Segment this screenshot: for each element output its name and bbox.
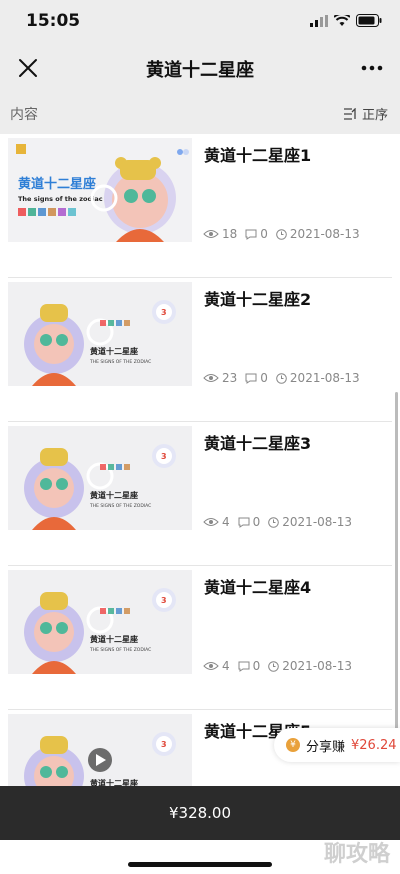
share-label: 分享赚 xyxy=(306,739,346,755)
section-label: 内容 xyxy=(10,107,38,123)
eye-icon xyxy=(203,230,219,238)
item-date: 2021-08-13 xyxy=(289,371,360,385)
thumb-subtitle: The signs of the zodiac xyxy=(18,195,103,203)
thumbnail: 黄道十二星座 THE SIGNS OF THE ZODIAC 3 xyxy=(8,426,192,530)
item-meta: 4 0 2021-08-13 xyxy=(203,515,352,529)
thumb-badge: 3 xyxy=(161,452,167,461)
signal-icon xyxy=(310,14,328,27)
thumb-title: 黄道十二星座 xyxy=(90,634,138,644)
eye-icon xyxy=(203,518,219,526)
page-title: 黄道十二星座 xyxy=(146,60,254,81)
comment-icon xyxy=(238,517,250,528)
coin-icon: ¥ xyxy=(286,738,300,752)
clock-icon xyxy=(268,660,280,672)
comment-icon xyxy=(245,229,257,240)
list-item[interactable]: 黄道十二星座 The signs of the zodiac 黄道十二星座1 1… xyxy=(0,134,400,278)
item-title: 黄道十二星座1 xyxy=(204,146,312,165)
comment-count: 0 xyxy=(260,371,268,385)
sort-icon xyxy=(343,107,356,120)
thumb-badge: 3 xyxy=(161,740,167,749)
thumb-title: 黄道十二星座 xyxy=(18,176,96,192)
item-title: 黄道十二星座4 xyxy=(204,578,312,597)
eye-icon xyxy=(203,662,219,670)
view-count: 18 xyxy=(222,227,238,241)
comment-icon xyxy=(245,373,257,384)
thumbnail: 黄道十二星座 THE SIGNS OF THE ZODIAC 3 xyxy=(8,282,192,386)
item-meta: 4 0 2021-08-13 xyxy=(203,659,352,673)
item-date: 2021-08-13 xyxy=(289,227,360,241)
item-title: 黄道十二星座3 xyxy=(204,434,312,453)
home-indicator[interactable] xyxy=(128,862,272,867)
view-count: 4 xyxy=(222,659,230,673)
scrollbar[interactable] xyxy=(395,392,398,752)
list-item[interactable]: 黄道十二星座 THE SIGNS OF THE ZODIAC 3 黄道十二星座3… xyxy=(0,422,400,566)
view-count: 23 xyxy=(222,371,238,385)
eye-icon xyxy=(203,374,219,382)
sort-toggle[interactable]: 正序 xyxy=(343,104,388,123)
share-amount: ¥26.24 xyxy=(351,737,397,753)
list-item[interactable]: 黄道十二星座 THE SIGNS OF THE ZODIAC 3 黄道十二星座2… xyxy=(0,278,400,422)
thumb-badge: 3 xyxy=(161,596,167,605)
thumb-title: 黄道十二星座 xyxy=(90,778,138,786)
item-meta: 18 0 2021-08-13 xyxy=(203,227,360,241)
status-time: 15:05 xyxy=(26,11,81,31)
thumb-subtitle: THE SIGNS OF THE ZODIAC xyxy=(89,359,151,365)
comment-count: 0 xyxy=(252,659,261,673)
comment-count: 0 xyxy=(252,515,261,529)
status-bar: 15:05 xyxy=(0,0,400,44)
item-date: 2021-08-13 xyxy=(282,659,353,673)
clock-icon xyxy=(268,516,280,528)
price-bar[interactable]: ¥328.00 xyxy=(0,786,400,840)
section-header: 内容 正序 xyxy=(0,92,400,134)
status-icons xyxy=(310,14,382,27)
watermark: 聊攻略 xyxy=(323,842,390,867)
thumbnail: 黄道十二星座 THE SIGNS OF THE ZODIAC 3 xyxy=(8,570,192,674)
thumb-subtitle: THE SIGNS OF THE ZODIAC xyxy=(89,647,151,653)
list-item[interactable]: 黄道十二星座 THE SIGNS OF THE ZODIAC 3 黄道十二星座4… xyxy=(0,566,400,710)
thumb-title: 黄道十二星座 xyxy=(90,346,138,356)
thumb-badge: 3 xyxy=(161,308,167,317)
clock-icon xyxy=(276,372,287,384)
share-earn-button[interactable]: ¥ 分享赚 ¥26.24 xyxy=(274,728,400,762)
content-list: 黄道十二星座 The signs of the zodiac 黄道十二星座1 1… xyxy=(0,134,400,786)
more-icon[interactable] xyxy=(358,54,386,82)
thumbnail: 黄道十二星座 The signs of the zodiac xyxy=(8,138,192,242)
thumbnail: 黄道十二星座 3 xyxy=(8,714,192,786)
wifi-icon xyxy=(334,14,350,26)
view-count: 4 xyxy=(222,515,230,529)
battery-icon xyxy=(356,14,382,27)
sort-label: 正序 xyxy=(361,108,388,123)
item-title: 黄道十二星座2 xyxy=(204,290,312,309)
comment-icon xyxy=(238,661,250,672)
thumb-subtitle: THE SIGNS OF THE ZODIAC xyxy=(89,503,151,509)
price-label: ¥328.00 xyxy=(168,804,232,822)
nav-bar: 黄道十二星座 xyxy=(0,44,400,92)
item-date: 2021-08-13 xyxy=(282,515,353,529)
clock-icon xyxy=(276,228,287,240)
thumb-title: 黄道十二星座 xyxy=(90,490,138,500)
comment-count: 0 xyxy=(260,227,268,241)
item-meta: 23 0 2021-08-13 xyxy=(203,371,360,385)
